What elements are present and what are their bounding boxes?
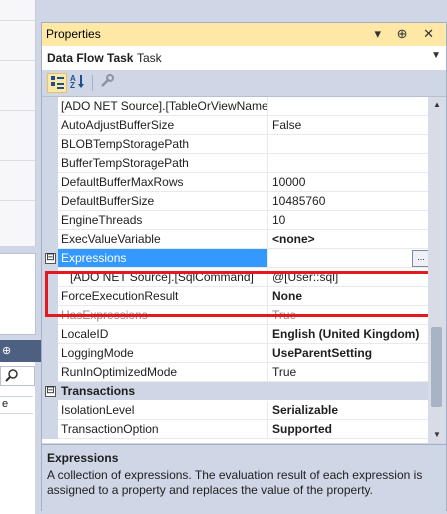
property-value[interactable]: False xyxy=(268,116,432,135)
property-row[interactable]: ExecValueVariable <none> xyxy=(42,230,432,249)
property-name: ExecValueVariable xyxy=(58,230,268,249)
property-row[interactable]: IsolationLevel Serializable xyxy=(42,401,432,420)
properties-title: Properties xyxy=(46,27,101,41)
collapse-icon[interactable]: ⊟ xyxy=(45,253,56,264)
wrench-icon[interactable] xyxy=(98,73,116,91)
toolwindow-list-cell: e xyxy=(2,398,9,410)
background-panel xyxy=(0,253,36,335)
collapse-icon[interactable]: ⊟ xyxy=(45,386,56,397)
toolwindow-search-box[interactable] xyxy=(0,366,35,386)
property-name: RunInOptimizedMode xyxy=(58,363,268,382)
toolbar-separator xyxy=(92,75,93,91)
vertical-scrollbar[interactable]: ▲ ▼ xyxy=(428,97,446,443)
document-area xyxy=(0,0,36,246)
toolwindow-list-row[interactable]: e xyxy=(0,396,33,414)
property-name: TransactionOption xyxy=(58,420,268,439)
property-row[interactable]: BufferTempStoragePath xyxy=(42,154,432,173)
property-value[interactable]: True xyxy=(268,363,432,382)
object-selector[interactable]: Data Flow Task Task ▼ xyxy=(42,46,446,71)
property-name: DefaultBufferMaxRows xyxy=(58,173,268,192)
property-name: [ADO NET Source].[TableOrViewName xyxy=(58,97,268,116)
property-row[interactable]: LocaleID English (United Kingdom) xyxy=(42,325,432,344)
property-row[interactable]: AutoAdjustBufferSize False xyxy=(42,116,432,135)
alphabetical-icon[interactable]: A Z xyxy=(69,73,87,91)
property-row[interactable]: TransactionOption Supported xyxy=(42,420,432,439)
search-icon xyxy=(5,369,18,382)
property-value[interactable]: English (United Kingdom) xyxy=(268,325,432,344)
window-controls[interactable]: ▾ ⊕ ✕ xyxy=(374,26,440,42)
property-row[interactable]: DefaultBufferMaxRows 10000 xyxy=(42,173,432,192)
description-title: Expressions xyxy=(47,451,119,465)
object-type: Task xyxy=(137,51,162,65)
toolwindow-header[interactable]: ⊕ xyxy=(0,340,41,362)
property-name: IsolationLevel xyxy=(58,401,268,420)
description-text: A collection of expressions. The evaluat… xyxy=(47,468,423,497)
properties-toolbar: A Z xyxy=(42,71,446,97)
property-row[interactable]: LoggingMode UseParentSetting xyxy=(42,344,432,363)
scroll-down-icon[interactable]: ▼ xyxy=(428,427,446,443)
property-name: AutoAdjustBufferSize xyxy=(58,116,268,135)
property-value[interactable]: 10000 xyxy=(268,173,432,192)
categorized-icon-svg xyxy=(51,76,64,89)
svg-text:Z: Z xyxy=(70,81,75,89)
object-name: Data Flow Task xyxy=(47,51,134,65)
chevron-down-icon[interactable]: ▼ xyxy=(431,50,441,61)
category-name: Transactions xyxy=(58,382,428,400)
property-grid: [ADO NET Source].[TableOrViewName AutoAd… xyxy=(42,97,446,443)
property-value[interactable]: Supported xyxy=(268,420,432,439)
property-row-expressions[interactable]: ⊟ Expressions ... xyxy=(42,249,432,268)
property-row[interactable]: BLOBTempStoragePath xyxy=(42,135,432,154)
properties-window: Properties ▾ ⊕ ✕ Data Flow Task Task ▼ A… xyxy=(41,22,447,511)
property-value[interactable]: UseParentSetting xyxy=(268,344,432,363)
property-value[interactable]: Serializable xyxy=(268,401,432,420)
categorized-icon[interactable] xyxy=(47,73,67,93)
property-name: LocaleID xyxy=(58,325,268,344)
property-name: EngineThreads xyxy=(58,211,268,230)
property-name: BufferTempStoragePath xyxy=(58,154,268,173)
property-name: LoggingMode xyxy=(58,344,268,363)
scroll-up-icon[interactable]: ▲ xyxy=(428,97,446,113)
property-value[interactable]: ... xyxy=(268,249,432,268)
property-name: BLOBTempStoragePath xyxy=(58,135,268,154)
property-value[interactable]: 10 xyxy=(268,211,432,230)
property-name: Expressions xyxy=(58,249,268,268)
property-value[interactable]: 10485760 xyxy=(268,192,432,211)
property-row[interactable]: RunInOptimizedMode True xyxy=(42,363,432,382)
property-name: DefaultBufferSize xyxy=(58,192,268,211)
category-row-transactions[interactable]: ⊟ Transactions xyxy=(42,382,428,401)
property-value[interactable] xyxy=(268,97,432,116)
property-value[interactable] xyxy=(268,154,432,173)
alphabetical-icon-svg: A Z xyxy=(70,74,84,90)
description-pane: Expressions A collection of expressions.… xyxy=(42,444,446,511)
scroll-thumb[interactable] xyxy=(431,327,442,407)
property-value[interactable] xyxy=(268,135,432,154)
property-row[interactable]: EngineThreads 10 xyxy=(42,211,432,230)
properties-title-bar[interactable]: Properties ▾ ⊕ ✕ xyxy=(42,23,446,46)
property-value[interactable]: <none> xyxy=(268,230,432,249)
property-row[interactable]: DefaultBufferSize 10485760 xyxy=(42,192,432,211)
wrench-icon-svg xyxy=(101,74,114,87)
property-row[interactable]: [ADO NET Source].[TableOrViewName xyxy=(42,97,432,116)
highlight-annotation-box xyxy=(45,271,431,317)
pin-icon[interactable]: ⊕ xyxy=(2,344,11,357)
